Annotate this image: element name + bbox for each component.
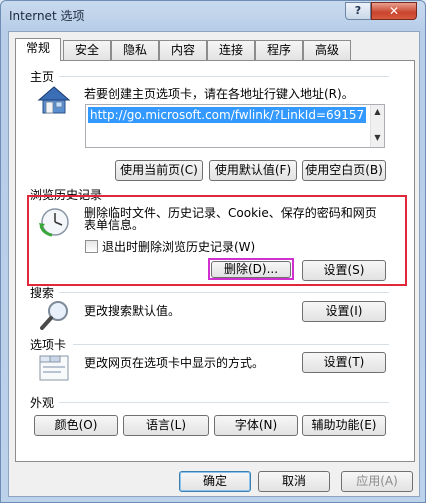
home-description: 若要创建主页选项卡，请在各地址行键入地址(R)。 [84,87,354,101]
tabs-divider [73,344,389,345]
history-description-line2: 表单信息。 [84,218,145,232]
house-icon [37,86,71,114]
dialog-window: Internet 选项 ? ✕ 常规 安全 隐私 内容 连接 程序 高级 主页 … [0,0,426,503]
tabs-settings-button[interactable]: 设置(T) [302,352,386,373]
use-current-button[interactable]: 使用当前页(C) [115,160,203,181]
tabs-description: 更改网页在选项卡中显示的方式。 [84,356,265,370]
fonts-button[interactable]: 字体(N) [214,415,298,436]
use-default-button[interactable]: 使用默认值(F) [209,160,297,181]
colors-button[interactable]: 颜色(O) [34,415,118,436]
search-divider [59,292,389,293]
accessibility-button[interactable]: 辅助功能(E) [302,415,386,436]
search-description: 更改搜索默认值。 [84,304,181,318]
delete-history-button[interactable]: 删除(D)... [211,261,291,278]
history-settings-button[interactable]: 设置(S) [302,260,386,281]
tab-security[interactable]: 安全 [63,40,111,60]
close-button[interactable]: ✕ [371,2,417,20]
tabs-window-icon [39,355,69,381]
url-scrollbar[interactable]: ▲ ▼ [370,105,384,147]
ok-button[interactable]: 确定 [179,471,251,492]
magnifier-icon [40,301,68,330]
home-url-value: http://go.microsoft.com/fwlink/?LinkId=6… [88,107,367,123]
languages-button[interactable]: 语言(L) [123,415,209,436]
clock-refresh-icon [39,208,69,237]
tab-advanced[interactable]: 高级 [303,40,351,60]
tab-content[interactable]: 内容 [159,40,207,60]
tab-connections[interactable]: 连接 [207,40,255,60]
tab-general[interactable]: 常规 [15,38,61,61]
apply-button[interactable]: 应用(A) [341,471,413,492]
tab-privacy[interactable]: 隐私 [111,40,159,60]
appearance-section-label: 外观 [30,396,55,410]
appearance-divider [59,402,389,403]
scroll-up-icon[interactable]: ▲ [371,105,384,119]
tab-programs[interactable]: 程序 [255,40,303,60]
home-url-field[interactable]: http://go.microsoft.com/fwlink/?LinkId=6… [85,104,385,148]
home-divider [59,76,389,77]
scroll-down-icon[interactable]: ▼ [371,131,384,145]
use-blank-button[interactable]: 使用空白页(B) [302,160,386,181]
cancel-button[interactable]: 取消 [258,471,330,492]
search-settings-button[interactable]: 设置(I) [302,301,386,322]
title-bar[interactable]: Internet 选项 ? ✕ [1,1,425,29]
home-section-label: 主页 [30,70,55,84]
window-title: Internet 选项 [9,9,85,23]
help-button[interactable]: ? [345,2,371,20]
delete-on-exit-label: 退出时删除浏览历史记录(W) [102,240,256,254]
tabs-section-label: 选项卡 [30,338,67,352]
delete-on-exit-checkbox[interactable] [85,240,98,253]
